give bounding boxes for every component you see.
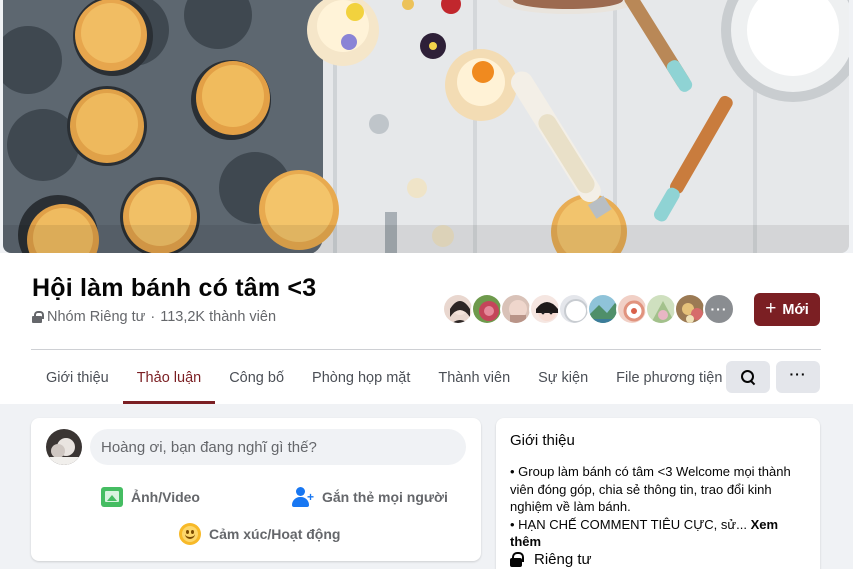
about-description: • Group làm bánh có tâm <3 Welcome mọi t… [510, 463, 810, 551]
search-icon [741, 370, 755, 384]
cover-photo[interactable] [3, 0, 849, 253]
cover-photo-image [3, 0, 849, 253]
member-avatar-icon[interactable] [500, 293, 532, 325]
search-button[interactable] [726, 361, 770, 393]
composer-input[interactable] [90, 429, 466, 465]
tag-people-button[interactable]: + Gắn thẻ mọi người [292, 487, 448, 507]
photo-video-button[interactable]: Ảnh/Video [101, 487, 200, 507]
member-avatar-icon[interactable] [558, 293, 590, 325]
about-title: Giới thiệu [510, 432, 575, 449]
lock-icon [510, 552, 524, 567]
tab-members[interactable]: Thành viên [424, 352, 524, 404]
tag-people-label: Gắn thẻ mọi người [322, 489, 448, 505]
photo-video-label: Ảnh/Video [131, 489, 200, 505]
group-meta: Nhóm Riêng tư · 113,2K thành viên [32, 309, 276, 325]
feeling-activity-button[interactable]: Cảm xúc/Hoạt động [179, 523, 340, 545]
user-avatar-icon[interactable] [46, 429, 82, 465]
member-avatar-icon[interactable] [529, 293, 561, 325]
lock-icon [32, 311, 44, 323]
member-count[interactable]: 113,2K thành viên [160, 309, 276, 325]
member-avatar-icon[interactable] [587, 293, 619, 325]
about-privacy-label: Riêng tư [534, 551, 592, 568]
tab-about[interactable]: Giới thiệu [32, 352, 123, 404]
new-button-label: Mới [782, 301, 809, 318]
plus-icon: + [765, 298, 777, 319]
more-members-label: ··· [710, 301, 728, 317]
member-avatar-icon[interactable] [471, 293, 503, 325]
member-avatar-icon[interactable] [645, 293, 677, 325]
member-avatar-icon[interactable] [616, 293, 648, 325]
member-avatar-icon[interactable] [442, 293, 474, 325]
group-name[interactable]: Hội làm bánh có tâm <3 [32, 274, 316, 303]
more-icon: ··· [789, 366, 807, 382]
tag-people-icon: + [292, 487, 314, 507]
about-card: Giới thiệu • Group làm bánh có tâm <3 We… [496, 418, 820, 569]
header-divider [31, 349, 821, 350]
tab-discussion[interactable]: Thảo luận [122, 352, 216, 404]
member-avatar-icon[interactable] [674, 293, 706, 325]
about-line-2-text: • HẠN CHẾ COMMENT TIÊU CỰC, sử... [510, 516, 747, 532]
smiley-icon [179, 523, 201, 545]
photo-icon [101, 487, 123, 507]
tab-announcements[interactable]: Công bố [215, 352, 298, 404]
member-avatars[interactable]: ··· [442, 293, 735, 325]
about-line-2: • HẠN CHẾ COMMENT TIÊU CỰC, sử... Xem th… [510, 516, 810, 551]
about-line-1: • Group làm bánh có tâm <3 Welcome mọi t… [510, 464, 791, 514]
meta-separator: · [150, 309, 156, 325]
feeling-label: Cảm xúc/Hoạt động [209, 526, 341, 542]
tab-media[interactable]: File phương tiện [602, 352, 736, 404]
tab-events[interactable]: Sự kiện [524, 352, 602, 404]
more-members-icon[interactable]: ··· [703, 293, 735, 325]
post-composer: Ảnh/Video + Gắn thẻ mọi người Cảm xúc/Ho… [31, 418, 481, 561]
group-tabs: Giới thiệu Thảo luận Công bố Phòng họp m… [32, 352, 736, 404]
tab-rooms[interactable]: Phòng họp mặt [298, 352, 424, 404]
more-options-button[interactable]: ··· [776, 361, 820, 393]
new-post-button[interactable]: + Mới [754, 293, 820, 326]
group-page: Hội làm bánh có tâm <3 Nhóm Riêng tư · 1… [0, 0, 853, 569]
group-privacy: Nhóm Riêng tư [47, 309, 146, 325]
about-privacy: Riêng tư [510, 551, 592, 568]
